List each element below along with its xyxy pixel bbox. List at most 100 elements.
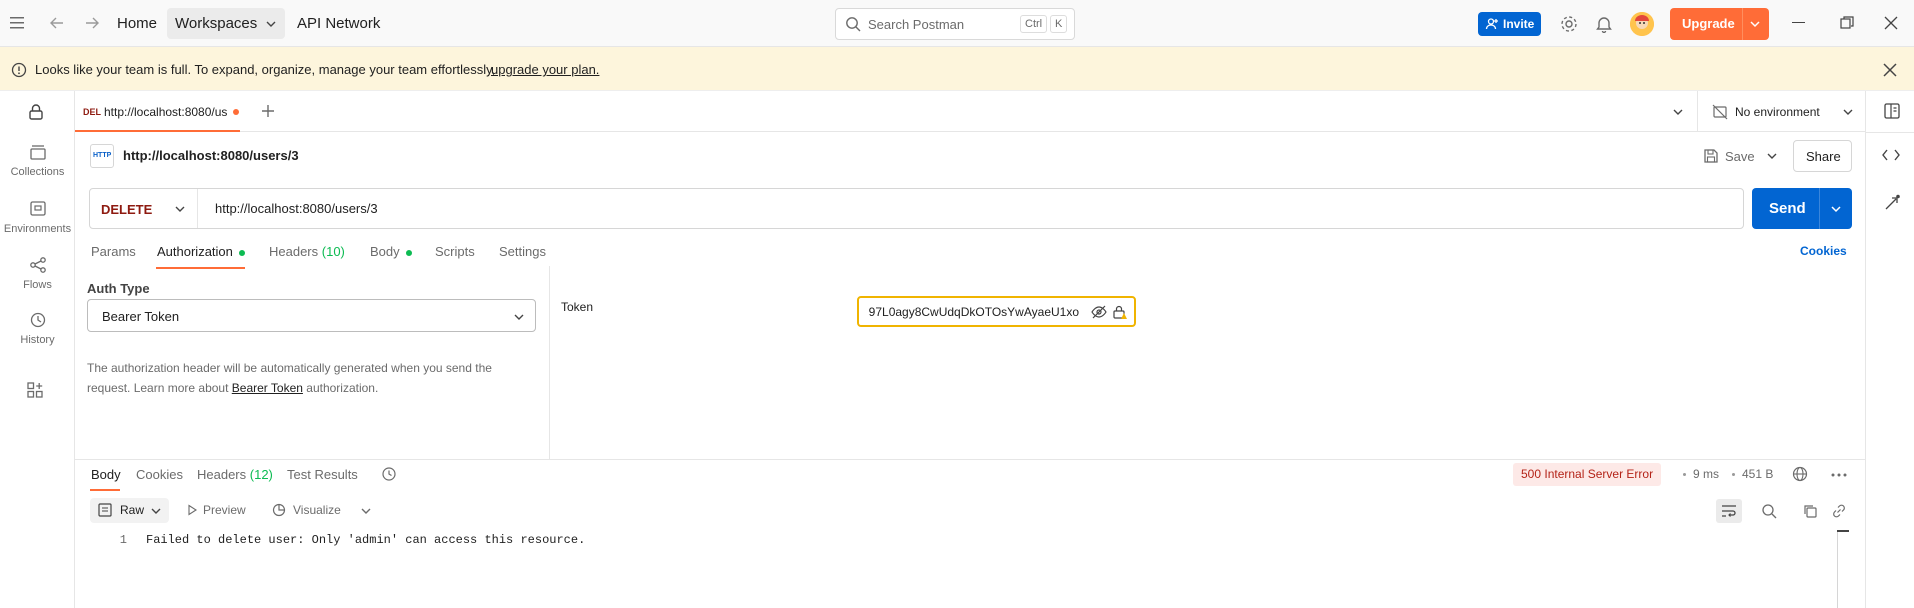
banner-close-icon[interactable]: [1883, 63, 1897, 77]
tab-authorization-label: Authorization: [157, 244, 233, 259]
preview-button[interactable]: Preview: [186, 498, 256, 523]
http-request-icon: HTTP: [90, 144, 114, 168]
response-tab-test-results[interactable]: Test Results: [287, 467, 358, 482]
search-placeholder: Search Postman: [868, 17, 965, 32]
team-full-banner: Looks like your team is full. To expand,…: [0, 47, 1914, 91]
response-divider: [75, 459, 1865, 460]
response-size[interactable]: 451 B: [1742, 467, 1773, 481]
share-button[interactable]: Share: [1793, 140, 1852, 172]
documentation-icon[interactable]: [1883, 102, 1901, 120]
request-tab[interactable]: DEL http://localhost:8080/us: [75, 91, 240, 132]
window-close-icon[interactable]: [1884, 16, 1898, 30]
upgrade-button[interactable]: Upgrade: [1670, 8, 1769, 40]
link-icon[interactable]: [1831, 503, 1847, 519]
add-user-icon: [1485, 17, 1499, 31]
wrap-lines-icon: [1721, 504, 1737, 518]
tab-scripts[interactable]: Scripts: [435, 244, 475, 259]
response-tab-body[interactable]: Body: [91, 467, 121, 482]
scrollbar-thumb[interactable]: [1837, 530, 1849, 532]
visualize-button[interactable]: Visualize: [272, 498, 377, 523]
send-divider: [1819, 188, 1820, 229]
copy-icon[interactable]: [1802, 503, 1818, 519]
auth-type-select[interactable]: Bearer Token: [87, 299, 536, 332]
cookies-link[interactable]: Cookies: [1800, 244, 1847, 258]
hide-token-icon[interactable]: [1091, 304, 1107, 320]
tab-settings[interactable]: Settings: [499, 244, 546, 259]
response-search-icon[interactable]: [1761, 503, 1777, 519]
response-time[interactable]: 9 ms: [1693, 467, 1719, 481]
more-options-icon[interactable]: [1831, 473, 1847, 477]
back-arrow-icon[interactable]: [49, 15, 65, 31]
play-icon: [186, 504, 198, 516]
sidebar-item-history[interactable]: History: [0, 310, 75, 346]
env-divider: [1697, 91, 1698, 132]
response-history-icon[interactable]: [381, 466, 397, 482]
banner-text: Looks like your team is full. To expand,…: [35, 62, 496, 77]
api-network-link[interactable]: API Network: [297, 15, 380, 32]
send-button[interactable]: Send: [1752, 188, 1852, 229]
visualize-icon: [272, 503, 286, 517]
auth-type-chevron-icon: [513, 312, 525, 322]
minimize-icon[interactable]: [1792, 22, 1805, 24]
sidebar-item-collections[interactable]: Collections: [0, 142, 75, 178]
search-input[interactable]: Search Postman Ctrl K: [835, 8, 1075, 40]
home-link[interactable]: Home: [117, 15, 157, 32]
wrap-lines-button[interactable]: [1716, 499, 1742, 523]
sidebar-item-environments[interactable]: Environments: [0, 199, 75, 235]
save-button[interactable]: Save: [1700, 140, 1774, 172]
tabs-overflow-chevron-icon[interactable]: [1672, 107, 1684, 117]
forward-arrow-icon[interactable]: [84, 15, 100, 31]
headers-count: (10): [321, 244, 345, 259]
method-select[interactable]: DELETE: [90, 189, 198, 228]
upgrade-plan-link[interactable]: upgrade your plan.: [491, 62, 599, 77]
response-tab-headers[interactable]: Headers (12): [197, 467, 273, 482]
related-icon[interactable]: [1883, 194, 1901, 212]
upgrade-chevron-icon[interactable]: [1749, 19, 1761, 29]
tab-authorization[interactable]: Authorization: [157, 244, 245, 259]
response-headers-count: (12): [249, 467, 273, 482]
left-sidebar: Collections Environments Flows History: [0, 91, 75, 608]
token-label: Token: [561, 300, 594, 314]
response-tab-cookies[interactable]: Cookies: [136, 467, 183, 482]
auth-description-text: request. Learn more about: [87, 381, 229, 395]
globe-icon[interactable]: [1792, 466, 1808, 482]
right-sidebar: [1865, 91, 1914, 608]
shortcut-k: K: [1050, 15, 1068, 33]
request-title[interactable]: http://localhost:8080/users/3: [123, 148, 299, 163]
url-input[interactable]: http://localhost:8080/users/3: [215, 201, 378, 216]
save-chevron-icon[interactable]: [1766, 151, 1778, 161]
avatar[interactable]: [1630, 12, 1654, 36]
invite-button[interactable]: Invite: [1478, 12, 1541, 36]
tab-headers[interactable]: Headers (10): [269, 244, 345, 259]
tab-title: http://localhost:8080/us: [104, 105, 228, 119]
menu-icon[interactable]: [10, 16, 26, 30]
sidebar-item-label: Flows: [23, 279, 52, 291]
status-badge[interactable]: 500 Internal Server Error: [1513, 463, 1662, 486]
separator-dot: [1732, 473, 1735, 476]
upgrade-label: Upgrade: [1682, 16, 1735, 31]
preview-label: Preview: [203, 503, 246, 517]
gear-icon[interactable]: [1560, 15, 1578, 33]
bearer-token-link[interactable]: Bearer Token: [232, 381, 303, 395]
bell-icon[interactable]: [1596, 15, 1612, 33]
lock-icon[interactable]: [27, 103, 45, 121]
sidebar-item-flows[interactable]: Flows: [0, 255, 75, 291]
code-icon[interactable]: [1882, 148, 1900, 162]
configure-sidebar-icon[interactable]: [26, 381, 44, 399]
token-input[interactable]: 97L0agy8CwUdqDkOTOsYwAyaeU1xo: [857, 296, 1136, 327]
response-body-text[interactable]: Failed to delete user: Only 'admin' can …: [146, 533, 585, 547]
method-label: DELETE: [101, 202, 153, 217]
restore-icon[interactable]: [1840, 16, 1854, 30]
format-chevron-icon: [150, 506, 162, 516]
vault-lock-warning-icon[interactable]: [1112, 304, 1128, 320]
tab-params[interactable]: Params: [91, 244, 136, 259]
send-chevron-icon[interactable]: [1830, 204, 1842, 214]
new-tab-icon[interactable]: [260, 103, 276, 119]
format-raw-select[interactable]: Raw: [90, 498, 169, 523]
response-headers-label: Headers: [197, 467, 247, 482]
share-label: Share: [1806, 149, 1841, 164]
tab-body[interactable]: Body: [370, 244, 412, 259]
workspaces-menu[interactable]: Workspaces: [167, 8, 285, 39]
auth-description-line1: The authorization header will be automat…: [87, 361, 492, 375]
environment-selector[interactable]: No environment: [1712, 91, 1862, 132]
